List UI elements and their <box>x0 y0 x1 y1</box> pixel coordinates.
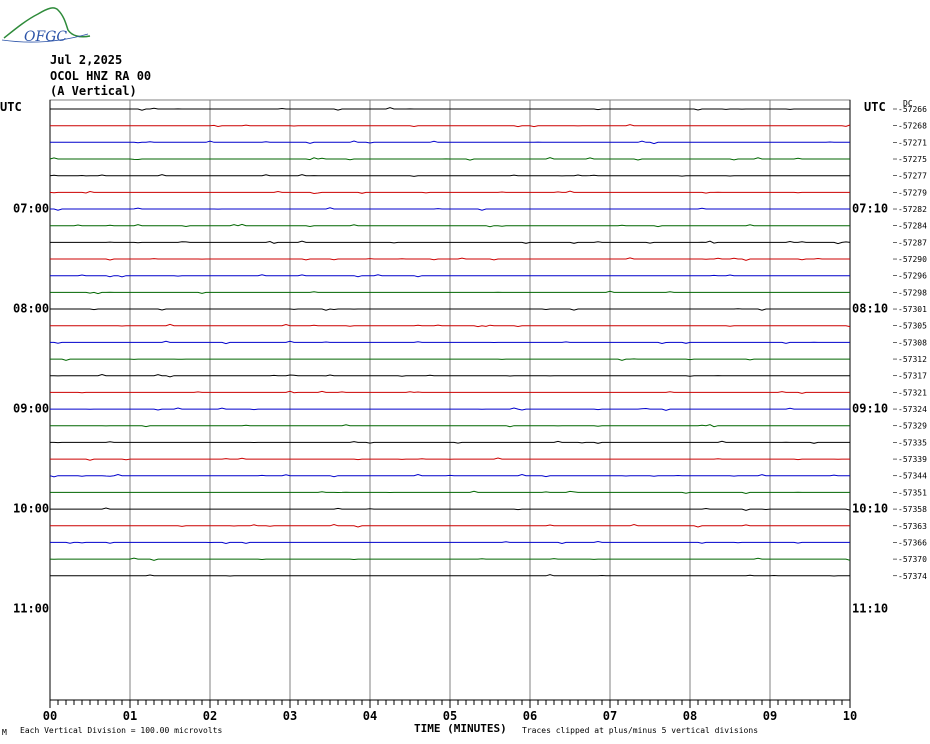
dc-offset-label: -57358 <box>898 505 927 514</box>
dc-offset-label: -57324 <box>898 405 927 414</box>
time-grid <box>49 99 851 701</box>
dc-offset-label: -57335 <box>898 438 927 447</box>
x-tick-label: 09 <box>763 709 777 723</box>
dc-offset-label: -57279 <box>898 188 927 197</box>
dc-offset-labels: -57266 -57268 -57271 -57275 -57277 -57279 -572… <box>893 105 927 581</box>
dc-offset-label: -57363 <box>898 522 927 531</box>
x-tick-label: 00 <box>43 709 57 723</box>
division-note: Each Vertical Division = 100.00 microvol… <box>20 726 222 735</box>
hour-label-right: 11:10 <box>852 602 888 616</box>
dc-offset-label: -57317 <box>898 372 927 381</box>
hour-label-left: 10:00 <box>13 502 49 516</box>
header-date: Jul 2,2025 <box>50 53 122 67</box>
helicorder-plot: OFGC Jul 2,2025 OCOL HNZ RA 00 (A Vertic… <box>0 7 927 737</box>
x-tick-label: 03 <box>283 709 297 723</box>
dc-offset-label: -57344 <box>898 472 927 481</box>
header-station: OCOL HNZ RA 00 <box>50 69 151 83</box>
dc-offset-label: -57282 <box>898 205 927 214</box>
dc-offset-label: -57287 <box>898 238 927 247</box>
dc-offset-label: -57321 <box>898 388 927 397</box>
dc-offset-label: -57351 <box>898 488 927 497</box>
dc-offset-label: -57296 <box>898 272 927 281</box>
hour-label-left: 11:00 <box>13 602 49 616</box>
dc-offset-label: -57308 <box>898 338 927 347</box>
dc-offset-label: -57298 <box>898 288 927 297</box>
x-tick-label: 04 <box>363 709 377 723</box>
hour-label-left: 08:00 <box>13 302 49 316</box>
right-axis-label: UTC <box>864 100 886 114</box>
x-axis-label: TIME (MINUTES) <box>414 722 507 735</box>
dc-offset-label: -57290 <box>898 255 927 264</box>
x-tick-label: 02 <box>203 709 217 723</box>
logo-text: OFGC <box>24 29 67 45</box>
ofgc-logo: OFGC <box>1 7 91 45</box>
dc-offset-label: -57305 <box>898 322 927 331</box>
hour-label-left: 09:00 <box>13 402 49 416</box>
left-axis-label: UTC <box>0 100 22 114</box>
footer-mark: M <box>2 728 7 737</box>
dc-offset-label: -57329 <box>898 422 927 431</box>
dc-offset-label: -57312 <box>898 355 927 364</box>
dc-offset-label: -57366 <box>898 538 927 547</box>
hour-label-right: 07:10 <box>852 202 888 216</box>
dc-offset-label: -57271 <box>898 138 927 147</box>
x-tick-label: 01 <box>123 709 137 723</box>
dc-offset-label: -57284 <box>898 222 927 231</box>
hour-label-left: 07:00 <box>13 202 49 216</box>
dc-offset-label: -57339 <box>898 455 927 464</box>
dc-offset-label: -57266 <box>898 105 927 114</box>
dc-offset-label: -57301 <box>898 305 927 314</box>
clip-note: Traces clipped at plus/minus 5 vertical … <box>522 726 758 735</box>
dc-offset-label: -57268 <box>898 122 927 131</box>
dc-offset-label: -57374 <box>898 572 927 581</box>
hour-label-right: 10:10 <box>852 502 888 516</box>
x-tick-label: 07 <box>603 709 617 723</box>
dc-offset-label: -57370 <box>898 555 927 564</box>
hour-label-right: 08:10 <box>852 302 888 316</box>
x-tick-label: 08 <box>683 709 697 723</box>
x-axis-ticks: 00 01 02 03 04 05 06 07 08 09 10 <box>43 699 857 723</box>
hour-label-right: 09:10 <box>852 402 888 416</box>
hour-labels: 07:00 08:00 09:00 10:00 11:00 07:10 08:10 09:10… <box>13 202 888 616</box>
x-tick-label: 10 <box>843 709 857 723</box>
dc-offset-label: -57277 <box>898 172 927 181</box>
dc-offset-label: -57275 <box>898 155 927 164</box>
x-tick-label: 05 <box>443 709 457 723</box>
header-component: (A Vertical) <box>50 84 137 98</box>
x-tick-label: 06 <box>523 709 537 723</box>
